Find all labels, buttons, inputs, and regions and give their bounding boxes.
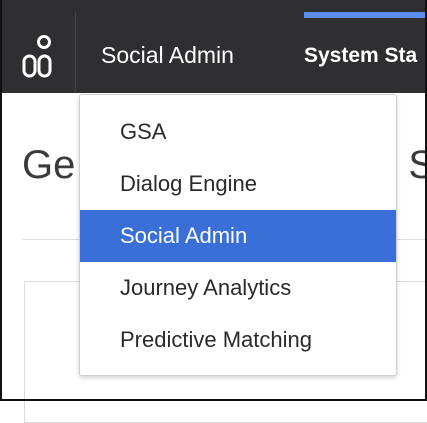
app-switcher-dropdown: GSA Dialog Engine Social Admin Journey A… [79, 94, 397, 376]
page-title: Ge [22, 143, 76, 187]
menu-item-gsa[interactable]: GSA [80, 106, 396, 158]
app-switcher[interactable]: Social Admin [101, 42, 234, 69]
top-navigation-bar: Social Admin System Sta [0, 0, 427, 93]
active-tab-indicator [304, 12, 427, 18]
menu-item-journey-analytics[interactable]: Journey Analytics [80, 262, 396, 314]
menu-item-dialog-engine[interactable]: Dialog Engine [80, 158, 396, 210]
genesys-logo-icon [22, 35, 52, 78]
nav-system-status[interactable]: System Sta [304, 44, 417, 68]
logo-button[interactable] [0, 12, 76, 93]
menu-item-predictive-matching[interactable]: Predictive Matching [80, 314, 396, 366]
menu-item-social-admin[interactable]: Social Admin [80, 210, 396, 262]
